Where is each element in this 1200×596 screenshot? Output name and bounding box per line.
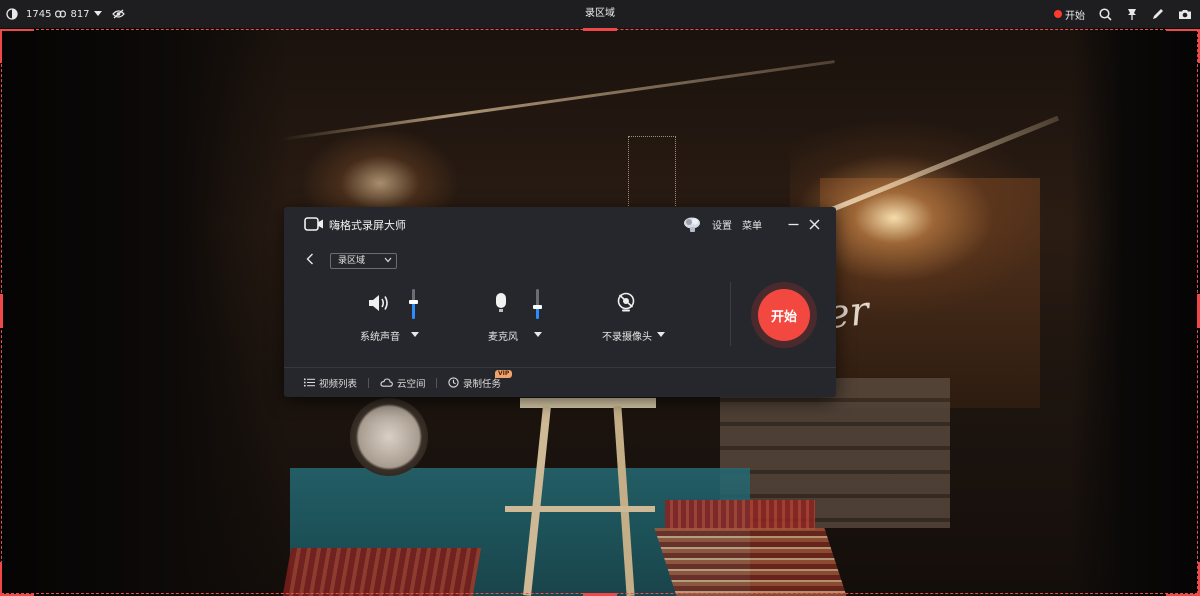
camera-dropdown-arrow[interactable] — [657, 332, 665, 337]
camera-icon[interactable] — [1178, 9, 1192, 20]
vip-badge: VIP — [495, 370, 513, 378]
clock-icon — [448, 377, 459, 388]
resize-handle-bottom-left[interactable] — [0, 562, 2, 596]
toolbar-actions: 开始 — [1054, 0, 1192, 28]
record-mode-select[interactable]: 录区域 — [330, 253, 397, 269]
search-magnify-icon[interactable] — [1099, 7, 1112, 21]
capture-toolbar: 1745 817 录区域 开始 — [0, 0, 1200, 28]
region-size-controls: 1745 817 — [6, 0, 125, 28]
panel-divider — [730, 282, 731, 346]
system-audio-dropdown-arrow[interactable] — [411, 332, 419, 337]
record-task-link[interactable]: 录制任务 — [448, 368, 501, 397]
toolbar-title: 录区域 — [585, 8, 615, 19]
close-icon[interactable] — [809, 219, 820, 230]
resize-handle-left[interactable] — [0, 294, 3, 328]
footer-separator — [368, 378, 369, 388]
microphone-volume-slider[interactable] — [533, 289, 542, 319]
header-actions: 设置 菜单 — [682, 215, 820, 233]
app-logo-icon — [304, 216, 324, 236]
cloud-icon — [380, 378, 393, 387]
footer-separator — [436, 378, 437, 388]
start-record-button[interactable]: 开始 — [758, 289, 810, 341]
speaker-icon[interactable] — [367, 293, 391, 313]
system-audio-volume-knob[interactable] — [409, 300, 418, 304]
chevron-down-icon[interactable] — [93, 11, 102, 17]
start-record-mini-label: 开始 — [1065, 10, 1085, 22]
system-audio-label: 系统声音 — [360, 332, 400, 343]
back-chevron-icon[interactable] — [306, 253, 314, 265]
minimize-icon[interactable] — [788, 219, 799, 230]
avatar[interactable] — [682, 215, 702, 233]
panel-header[interactable]: 嗨格式录屏大师 设置 菜单 — [284, 207, 836, 243]
panel-footer: 视频列表 云空间 录制任务 VIP — [284, 368, 836, 397]
region-height-value[interactable]: 817 — [70, 9, 89, 20]
record-dot-icon — [1054, 10, 1062, 18]
microphone-dropdown-arrow[interactable] — [534, 332, 542, 337]
eye-off-icon[interactable] — [111, 9, 125, 19]
app-title: 嗨格式录屏大师 — [329, 219, 406, 232]
system-audio-volume-slider[interactable] — [409, 289, 418, 319]
settings-button[interactable]: 设置 — [712, 217, 732, 232]
start-record-mini-button[interactable]: 开始 — [1054, 7, 1085, 22]
microphone-volume-knob[interactable] — [533, 305, 542, 309]
record-mode-value: 录区域 — [338, 256, 366, 266]
list-icon — [304, 378, 315, 387]
resize-handle-top-left[interactable] — [0, 29, 34, 31]
pin-icon[interactable] — [1126, 8, 1138, 21]
camera-off-icon[interactable] — [616, 292, 636, 314]
resize-handle-top-left[interactable] — [0, 29, 2, 63]
video-list-label: 视频列表 — [319, 378, 358, 390]
microphone-label: 麦克风 — [488, 332, 518, 343]
video-list-link[interactable]: 视频列表 — [304, 368, 357, 397]
recorder-panel: 嗨格式录屏大师 设置 菜单 录区域 系统声音 麦克风 不录摄像头 开始 视频列表… — [284, 207, 836, 397]
cloud-space-label: 云空间 — [397, 378, 426, 390]
resize-handle-top[interactable] — [583, 28, 617, 31]
pen-icon[interactable] — [1152, 8, 1164, 20]
contrast-icon[interactable] — [6, 8, 18, 20]
camera-label: 不录摄像头 — [602, 332, 652, 343]
menu-button[interactable]: 菜单 — [742, 217, 762, 232]
system-audio-volume-fill — [412, 302, 415, 319]
cloud-space-link[interactable]: 云空间 — [380, 368, 426, 397]
resize-handle-top-right[interactable] — [1166, 29, 1200, 31]
region-width-value[interactable]: 1745 — [26, 9, 51, 20]
link-icon[interactable] — [55, 10, 67, 18]
chevron-down-icon — [384, 257, 392, 263]
screen: er 1745 817 录区域 开始 嗨格式录屏大师 设置 菜单 录区域 系统声… — [0, 0, 1200, 596]
microphone-icon[interactable] — [494, 292, 508, 314]
